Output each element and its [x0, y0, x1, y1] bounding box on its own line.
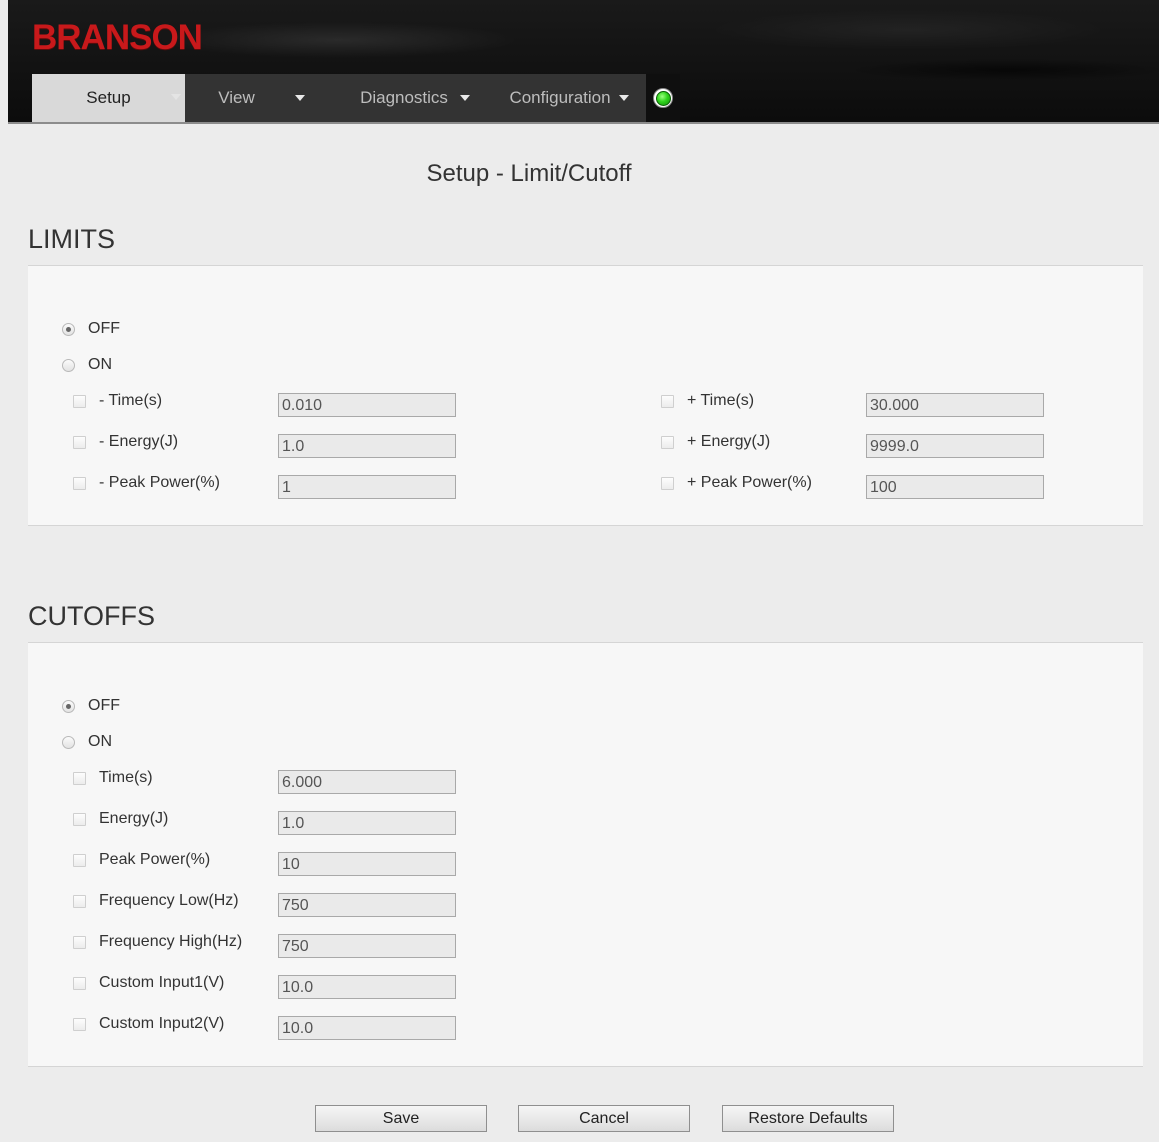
- limit-minus-time-row: - Time(s): [73, 392, 162, 410]
- cutoffs-on-radio[interactable]: ON: [62, 733, 112, 751]
- cutoff-time-input[interactable]: 6.000: [278, 770, 456, 794]
- limit-plus-time-input[interactable]: 30.000: [866, 393, 1044, 417]
- cutoff-peak-power-input[interactable]: 10: [278, 852, 456, 876]
- field-label: Frequency High(Hz): [99, 933, 243, 950]
- limits-off-radio[interactable]: OFF: [62, 320, 120, 338]
- field-label: Peak Power(%): [99, 851, 211, 868]
- header-divider: [8, 122, 1159, 124]
- nav-configuration[interactable]: Configuration: [492, 74, 646, 122]
- limit-minus-peak-power-row: - Peak Power(%): [73, 474, 220, 492]
- radio-label: ON: [88, 356, 112, 373]
- cutoff-frequency-high-input[interactable]: 750: [278, 934, 456, 958]
- nav-view[interactable]: View: [185, 74, 338, 122]
- checkbox[interactable]: [661, 435, 674, 449]
- page-title: Setup - Limit/Cutoff: [426, 160, 632, 187]
- field-label: Custom Input2(V): [99, 1015, 225, 1032]
- cutoff-custom-input2-input[interactable]: 10.0: [278, 1016, 456, 1040]
- radio-label: ON: [88, 733, 112, 750]
- cutoff-frequency-low-row: Frequency Low(Hz): [73, 892, 239, 910]
- checkbox[interactable]: [73, 812, 86, 826]
- chevron-down-icon: [294, 95, 305, 101]
- field-label: - Peak Power(%): [99, 474, 220, 491]
- limit-minus-energy-row: - Energy(J): [73, 433, 178, 451]
- cutoffs-panel: OFF ON Time(s) 6.000 Energy(J) 1.0 Peak …: [28, 642, 1143, 1067]
- limit-plus-peak-power-input[interactable]: 100: [866, 475, 1044, 499]
- nav-setup-label: Setup: [86, 88, 131, 107]
- field-label: Custom Input1(V): [99, 974, 225, 991]
- cutoff-custom-input1-input[interactable]: 10.0: [278, 975, 456, 999]
- cutoff-time-row: Time(s): [73, 769, 153, 787]
- field-label: Energy(J): [99, 810, 169, 827]
- checkbox[interactable]: [73, 435, 86, 449]
- nav-diagnostics[interactable]: Diagnostics: [338, 74, 492, 122]
- checkbox[interactable]: [73, 976, 86, 990]
- radio-button[interactable]: [62, 699, 75, 713]
- cutoff-energy-input[interactable]: 1.0: [278, 811, 456, 835]
- nav-setup[interactable]: Setup: [32, 74, 185, 122]
- checkbox[interactable]: [73, 935, 86, 949]
- radio-button[interactable]: [62, 322, 75, 336]
- cutoff-frequency-low-input[interactable]: 750: [278, 893, 456, 917]
- limit-minus-time-input[interactable]: 0.010: [278, 393, 456, 417]
- radio-button[interactable]: [62, 358, 75, 372]
- field-label: + Time(s): [687, 392, 755, 409]
- main-nav: Setup View Diagnostics Configuration: [32, 74, 680, 122]
- radio-label: OFF: [88, 697, 120, 714]
- nav-configuration-label: Configuration: [509, 88, 611, 107]
- limits-on-radio[interactable]: ON: [62, 356, 112, 374]
- checkbox[interactable]: [73, 394, 86, 408]
- limit-plus-peak-power-row: + Peak Power(%): [661, 474, 812, 492]
- cutoff-custom-input2-row: Custom Input2(V): [73, 1015, 224, 1033]
- checkbox[interactable]: [73, 1017, 86, 1031]
- field-label: - Energy(J): [99, 433, 179, 450]
- restore-defaults-button[interactable]: Restore Defaults: [722, 1105, 894, 1132]
- field-label: - Time(s): [99, 392, 163, 409]
- cutoff-frequency-high-row: Frequency High(Hz): [73, 933, 242, 951]
- app-header: BRANSON Setup View Diagnostics Configura…: [8, 0, 1159, 122]
- status-indicator: [646, 74, 680, 122]
- checkbox[interactable]: [73, 894, 86, 908]
- checkbox[interactable]: [661, 394, 674, 408]
- cutoff-custom-input1-row: Custom Input1(V): [73, 974, 224, 992]
- limit-minus-energy-input[interactable]: 1.0: [278, 434, 456, 458]
- limit-plus-time-row: + Time(s): [661, 392, 754, 410]
- chevron-down-icon: [618, 95, 629, 101]
- branson-logo: BRANSON: [32, 18, 203, 57]
- checkbox[interactable]: [73, 853, 86, 867]
- field-label: Time(s): [99, 769, 153, 786]
- cutoff-energy-row: Energy(J): [73, 810, 168, 828]
- chevron-down-icon: [459, 95, 470, 101]
- checkbox[interactable]: [661, 476, 674, 490]
- checkbox[interactable]: [73, 771, 86, 785]
- cutoffs-off-radio[interactable]: OFF: [62, 697, 120, 715]
- limit-plus-energy-input[interactable]: 9999.0: [866, 434, 1044, 458]
- status-led-icon: [653, 88, 673, 108]
- field-label: + Energy(J): [687, 433, 771, 450]
- nav-diagnostics-label: Diagnostics: [360, 88, 448, 107]
- limit-minus-peak-power-input[interactable]: 1: [278, 475, 456, 499]
- radio-button[interactable]: [62, 735, 75, 749]
- cutoff-peak-power-row: Peak Power(%): [73, 851, 210, 869]
- field-label: + Peak Power(%): [687, 474, 812, 491]
- checkbox[interactable]: [73, 476, 86, 490]
- limits-panel: OFF ON - Time(s) 0.010 - Energy(J) 1.0 -…: [28, 265, 1143, 526]
- radio-label: OFF: [88, 320, 120, 337]
- limits-heading: LIMITS: [28, 224, 116, 254]
- field-label: Frequency Low(Hz): [99, 892, 239, 909]
- cancel-button[interactable]: Cancel: [518, 1105, 690, 1132]
- chevron-down-icon: [171, 94, 181, 100]
- save-button[interactable]: Save: [315, 1105, 487, 1132]
- nav-view-label: View: [218, 88, 255, 107]
- cutoffs-heading: CUTOFFS: [28, 601, 155, 631]
- limit-plus-energy-row: + Energy(J): [661, 433, 770, 451]
